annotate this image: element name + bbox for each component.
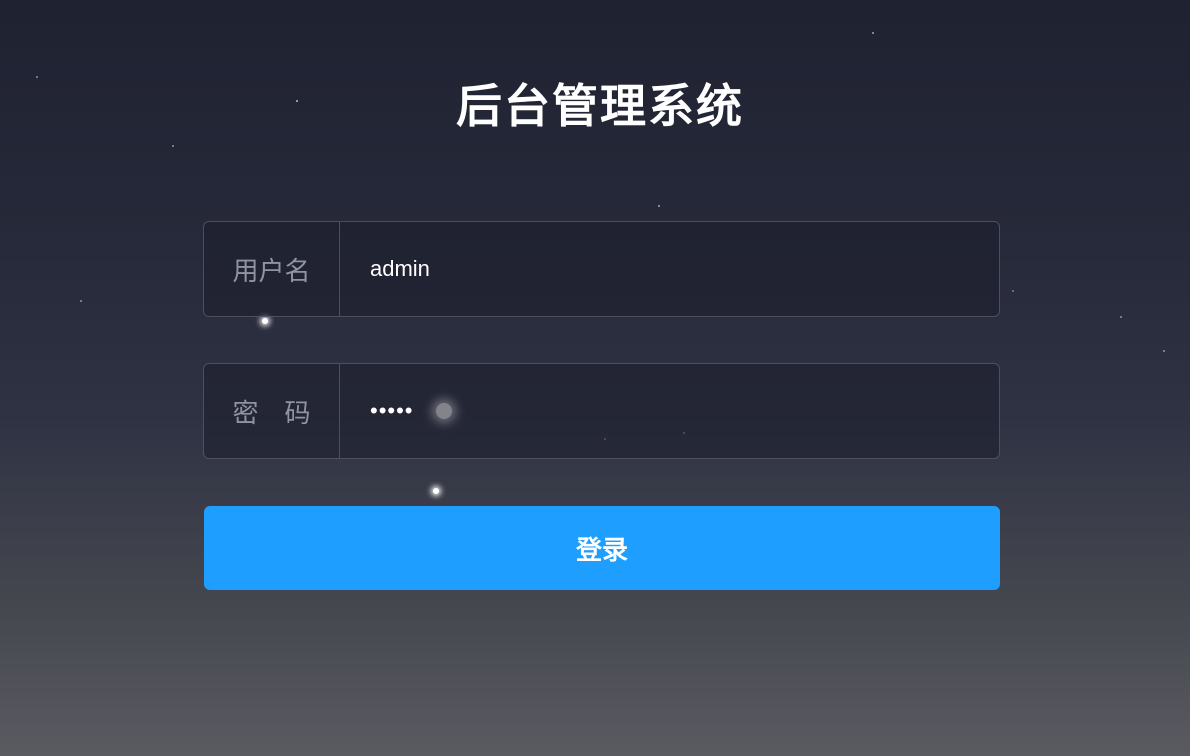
star: [433, 488, 439, 494]
password-field[interactable]: 密 码 •••••: [203, 363, 1000, 459]
star: [658, 205, 660, 207]
password-label: 密 码: [204, 364, 340, 458]
star: [262, 318, 268, 324]
username-label: 用户名: [204, 222, 340, 316]
page-title: 后台管理系统: [456, 79, 744, 133]
star: [872, 32, 874, 34]
login-button[interactable]: 登录: [204, 506, 1000, 590]
star: [172, 145, 174, 147]
star: [80, 300, 82, 302]
star: [1120, 316, 1122, 318]
username-field[interactable]: 用户名 admin: [203, 221, 1000, 317]
password-input[interactable]: •••••: [340, 364, 999, 458]
username-input[interactable]: admin: [340, 222, 999, 316]
star: [1163, 350, 1165, 352]
star: [1012, 290, 1014, 292]
